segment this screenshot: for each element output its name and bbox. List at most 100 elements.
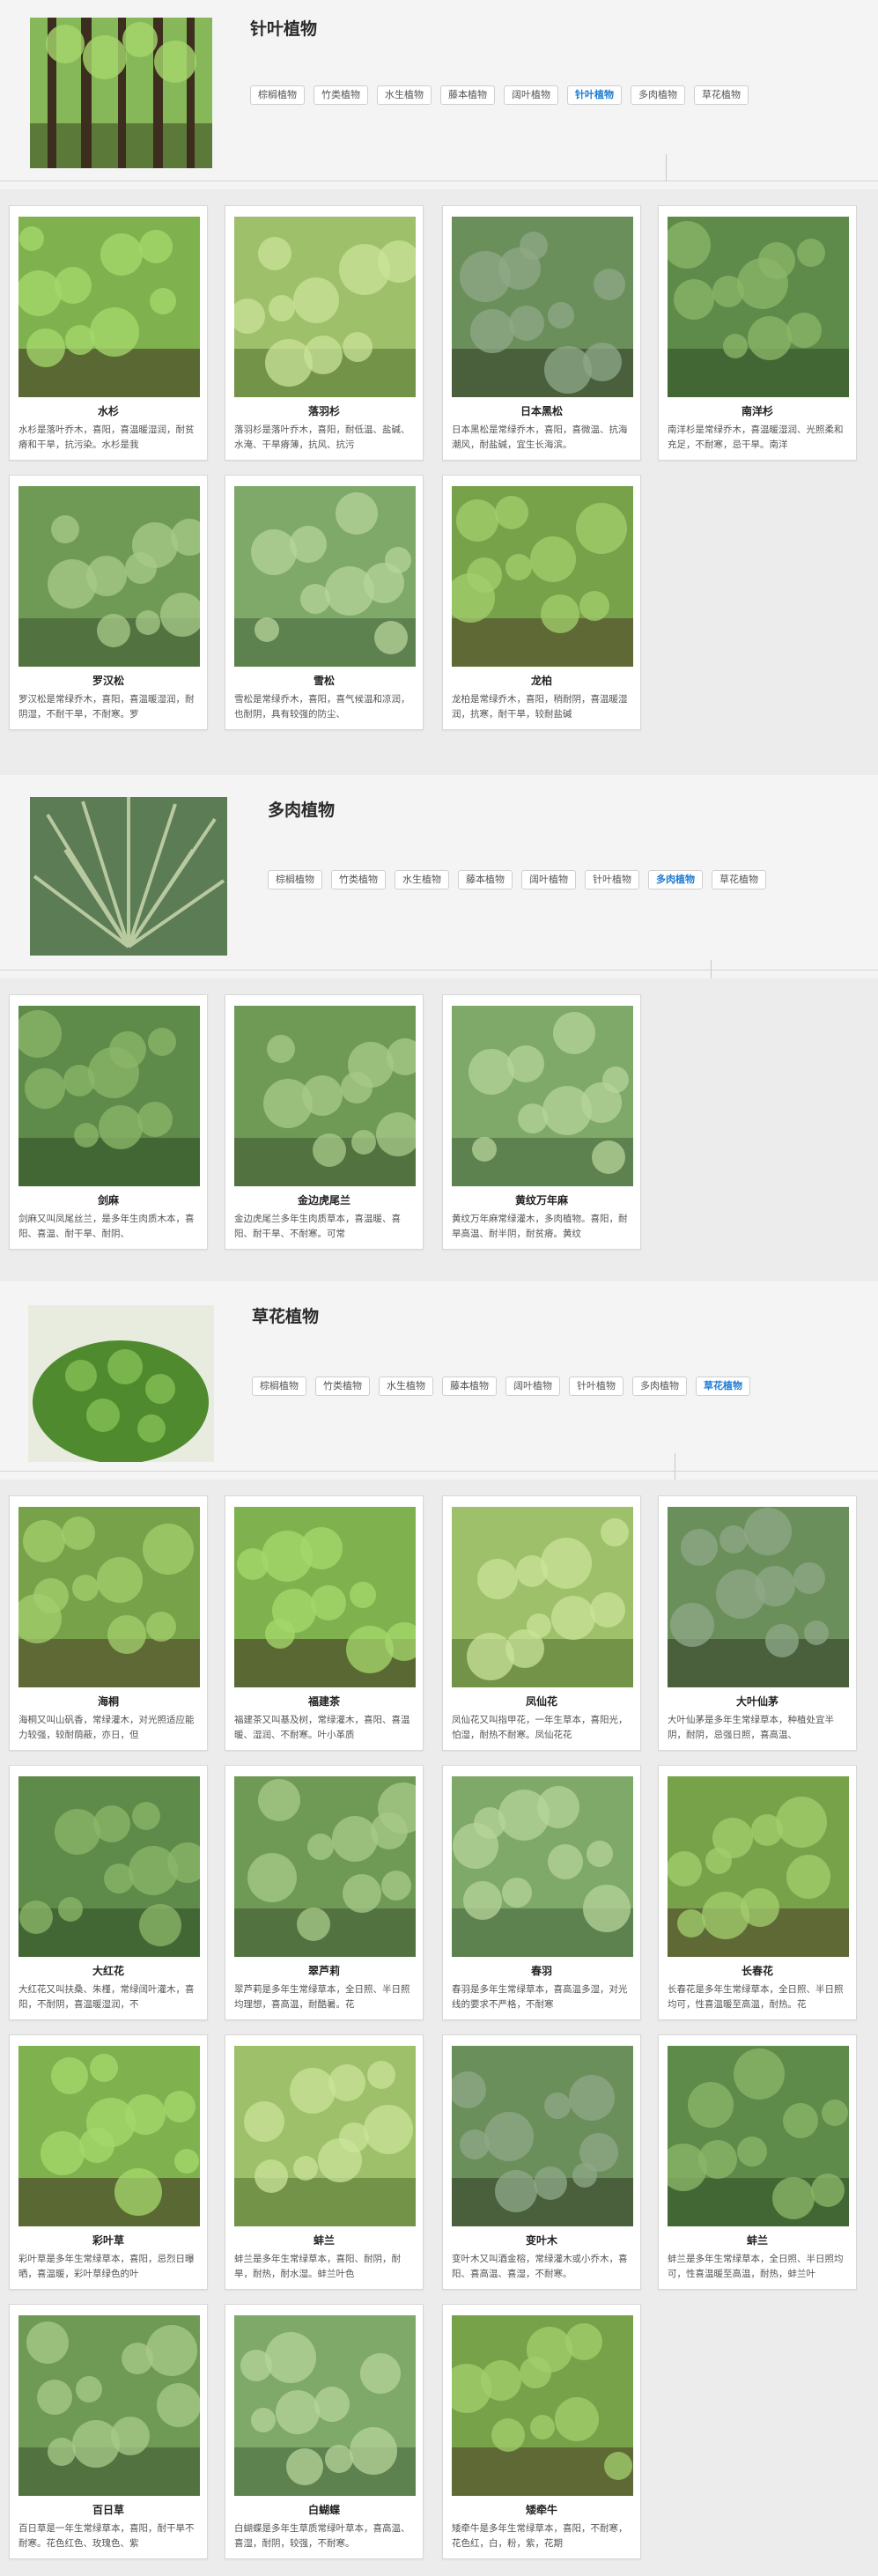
plant-card[interactable]: 变叶木 变叶木又叫酒金榕，常绿灌木或小乔木，喜阳、喜高温、喜湿，不耐寒。	[442, 2034, 641, 2290]
plant-photo[interactable]	[668, 1776, 849, 1957]
plant-photo[interactable]	[668, 2046, 849, 2226]
plant-card[interactable]: 凤仙花 凤仙花又叫指甲花，一年生草本，喜阳光，怕湿，耐热不耐寒。凤仙花花	[442, 1495, 641, 1751]
tab-1[interactable]: 竹类植物	[315, 1377, 370, 1396]
plant-name[interactable]: 凤仙花	[443, 1694, 640, 1709]
plant-name[interactable]: 落羽杉	[225, 403, 423, 418]
plant-card[interactable]: 蚌兰 蚌兰是多年生常绿草本，全日照、半日照均可，性喜温暖至高温，耐热，蚌兰叶	[658, 2034, 857, 2290]
plant-photo[interactable]	[234, 2046, 416, 2226]
plant-card[interactable]: 落羽杉 落羽杉是落叶乔木，喜阳，耐低温、盐碱、水淹、干旱瘠薄，抗风、抗污	[225, 205, 424, 461]
plant-card[interactable]: 大叶仙茅 大叶仙茅是多年生常绿草本，种植处宜半阴，耐阴，忌强日照，喜高温、	[658, 1495, 857, 1751]
plant-card[interactable]: 彩叶草 彩叶草是多年生常绿草本，喜阳，忌烈日曝晒，喜温暖，彩叶草绿色的叶	[9, 2034, 208, 2290]
plant-name[interactable]: 黄纹万年麻	[443, 1192, 640, 1207]
tab-3[interactable]: 藤本植物	[440, 85, 495, 105]
plant-photo[interactable]	[452, 2046, 633, 2226]
tab-2[interactable]: 水生植物	[377, 85, 432, 105]
plant-card[interactable]: 日本黑松 日本黑松是常绿乔木，喜阳，喜微温、抗海潮风，耐盐碱，宜生长海滨。	[442, 205, 641, 461]
plant-photo[interactable]	[234, 1006, 416, 1186]
plant-photo[interactable]	[18, 1776, 200, 1957]
plant-card[interactable]: 南洋杉 南洋杉是常绿乔木，喜温暖湿润、光照柔和充足，不耐寒，忌干旱。南洋	[658, 205, 857, 461]
plant-card[interactable]: 福建茶 福建茶又叫基及树，常绿灌木，喜阳、喜温暖、湿润、不耐寒。叶小革质	[225, 1495, 424, 1751]
tab-3[interactable]: 藤本植物	[458, 870, 513, 889]
plant-name[interactable]: 翠芦莉	[225, 1963, 423, 1978]
plant-photo[interactable]	[452, 486, 633, 667]
plant-photo[interactable]	[18, 1006, 200, 1186]
tab-6[interactable]: 多肉植物	[631, 85, 685, 105]
plant-name[interactable]: 日本黑松	[443, 403, 640, 418]
plant-description: 春羽是多年生常绿草本，喜高温多湿，对光线的要求不严格，不耐寒	[452, 1984, 628, 2010]
plant-name[interactable]: 彩叶草	[10, 2233, 207, 2248]
tab-5[interactable]: 针叶植物	[567, 85, 622, 105]
tab-4[interactable]: 阔叶植物	[505, 1377, 560, 1396]
plant-card[interactable]: 龙柏 龙柏是常绿乔木，喜阳，稍耐阴，喜温暖湿润，抗寒，耐干旱，较耐盐碱	[442, 475, 641, 730]
plant-photo[interactable]	[452, 2315, 633, 2496]
plant-photo[interactable]	[18, 217, 200, 397]
plant-photo[interactable]	[452, 217, 633, 397]
tab-4[interactable]: 阔叶植物	[504, 85, 558, 105]
plant-name[interactable]: 大叶仙茅	[659, 1694, 856, 1709]
plant-card[interactable]: 蚌兰 蚌兰是多年生常绿草本，喜阳、耐阴，耐旱，耐热，耐水湿。蚌兰叶色	[225, 2034, 424, 2290]
tab-0[interactable]: 棕榈植物	[252, 1377, 306, 1396]
tab-7[interactable]: 草花植物	[712, 870, 766, 889]
plant-photo[interactable]	[18, 2315, 200, 2496]
tab-7[interactable]: 草花植物	[696, 1377, 750, 1396]
plant-photo[interactable]	[234, 486, 416, 667]
plant-photo[interactable]	[18, 1507, 200, 1687]
plant-card[interactable]: 水杉 水杉是落叶乔木，喜阳，喜温暖湿润，耐贫瘠和干旱，抗污染。水杉是我	[9, 205, 208, 461]
plant-photo[interactable]	[234, 1507, 416, 1687]
plant-name[interactable]: 蚌兰	[225, 2233, 423, 2248]
tab-6[interactable]: 多肉植物	[632, 1377, 687, 1396]
plant-card[interactable]: 翠芦莉 翠芦莉是多年生常绿草本，全日照、半日照均理想，喜高温，耐酷暑。花	[225, 1765, 424, 2020]
plant-name[interactable]: 福建茶	[225, 1694, 423, 1709]
plant-name[interactable]: 春羽	[443, 1963, 640, 1978]
plant-name[interactable]: 龙柏	[443, 673, 640, 688]
plant-photo[interactable]	[18, 2046, 200, 2226]
tab-3[interactable]: 藤本植物	[442, 1377, 497, 1396]
plant-name[interactable]: 白蝴蝶	[225, 2502, 423, 2517]
plant-name[interactable]: 金边虎尾兰	[225, 1192, 423, 1207]
tab-1[interactable]: 竹类植物	[331, 870, 386, 889]
plant-name[interactable]: 剑麻	[10, 1192, 207, 1207]
plant-photo[interactable]	[452, 1507, 633, 1687]
plant-photo[interactable]	[234, 2315, 416, 2496]
plant-card[interactable]: 白蝴蝶 白蝴蝶是多年生草质常绿叶草本，喜高温、喜湿，耐阴，较强，不耐寒。	[225, 2304, 424, 2559]
plant-card[interactable]: 金边虎尾兰 金边虎尾兰多年生肉质草本，喜温暖、喜阳、耐干旱、不耐寒。可常	[225, 994, 424, 1250]
plant-card[interactable]: 春羽春羽是多年生常绿草本，喜高温多湿，对光线的要求不严格，不耐寒	[442, 1765, 641, 2020]
tab-2[interactable]: 水生植物	[395, 870, 449, 889]
plant-card[interactable]: 矮牵牛 矮牵牛是多年生常绿草本，喜阳，不耐寒，花色红，白，粉，紫，花期	[442, 2304, 641, 2559]
plant-name[interactable]: 罗汉松	[10, 673, 207, 688]
plant-name[interactable]: 南洋杉	[659, 403, 856, 418]
plant-name[interactable]: 百日草	[10, 2502, 207, 2517]
tab-4[interactable]: 阔叶植物	[521, 870, 576, 889]
plant-name[interactable]: 矮牵牛	[443, 2502, 640, 2517]
plant-card[interactable]: 黄纹万年麻 黄纹万年麻常绿灌木，多肉植物。喜阳，耐旱高温、耐半阴，耐贫瘠。黄纹	[442, 994, 641, 1250]
plant-name[interactable]: 水杉	[10, 403, 207, 418]
plant-photo[interactable]	[452, 1006, 633, 1186]
plant-card[interactable]: 百日草 百日草是一年生常绿草本，喜阳，耐干旱不耐寒。花色红色、玫瑰色、紫	[9, 2304, 208, 2559]
plant-name[interactable]: 雪松	[225, 673, 423, 688]
plant-card[interactable]: 剑麻 剑麻又叫凤尾丝兰，是多年生肉质木本，喜阳、喜温、耐干旱、耐阴、	[9, 994, 208, 1250]
tab-2[interactable]: 水生植物	[379, 1377, 433, 1396]
plant-name[interactable]: 蚌兰	[659, 2233, 856, 2248]
plant-name[interactable]: 长春花	[659, 1963, 856, 1978]
plant-card[interactable]: 罗汉松 罗汉松是常绿乔木，喜阳，喜温暖湿润，耐阴湿，不耐干旱，不耐寒。罗	[9, 475, 208, 730]
plant-photo[interactable]	[452, 1776, 633, 1957]
tab-5[interactable]: 针叶植物	[569, 1377, 623, 1396]
tab-1[interactable]: 竹类植物	[314, 85, 368, 105]
plant-photo[interactable]	[234, 217, 416, 397]
plant-name[interactable]: 变叶木	[443, 2233, 640, 2248]
plant-photo[interactable]	[234, 1776, 416, 1957]
plant-photo[interactable]	[668, 217, 849, 397]
tab-5[interactable]: 针叶植物	[585, 870, 639, 889]
plant-photo[interactable]	[18, 486, 200, 667]
tab-7[interactable]: 草花植物	[694, 85, 749, 105]
plant-name[interactable]: 海桐	[10, 1694, 207, 1709]
tab-0[interactable]: 棕榈植物	[268, 870, 322, 889]
plant-card[interactable]: 大红花 大红花又叫扶桑、朱槿，常绿阔叶灌木，喜阳，不耐阴，喜温暖湿润，不	[9, 1765, 208, 2020]
plant-card[interactable]: 海桐 海桐又叫山矾香，常绿灌木，对光照适应能力较强，较耐荫蔽，亦日，但	[9, 1495, 208, 1751]
plant-card[interactable]: 长春花 长春花是多年生常绿草本，全日照、半日照均可，性喜温暖至高温，耐热。花	[658, 1765, 857, 2020]
tab-6[interactable]: 多肉植物	[648, 870, 703, 889]
tab-0[interactable]: 棕榈植物	[250, 85, 305, 105]
plant-name[interactable]: 大红花	[10, 1963, 207, 1978]
plant-card[interactable]: 雪松 雪松是常绿乔木，喜阳，喜气候温和凉润，也耐阴，具有较强的防尘、	[225, 475, 424, 730]
plant-photo[interactable]	[668, 1507, 849, 1687]
